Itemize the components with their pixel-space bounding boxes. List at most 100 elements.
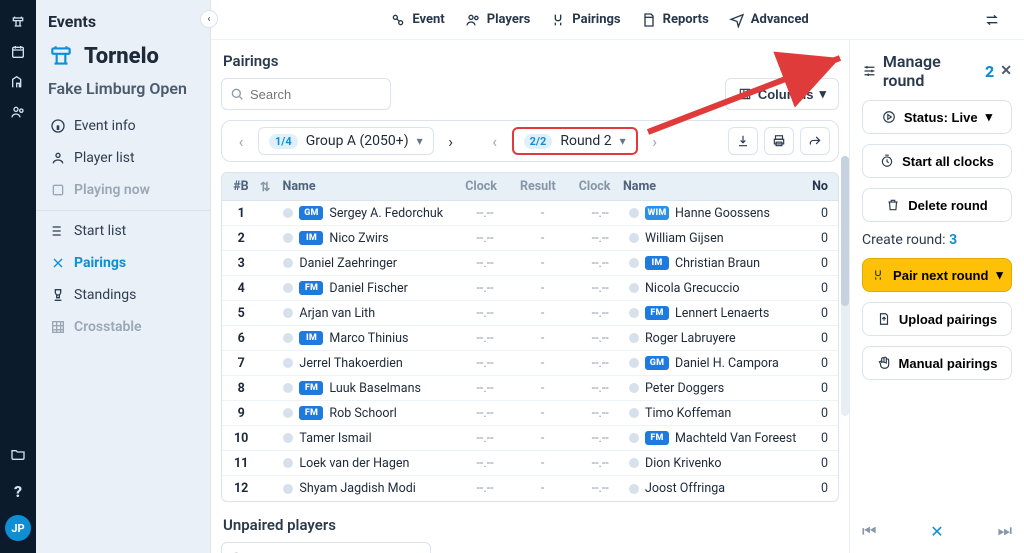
nav-pairings-label: Pairings xyxy=(74,255,126,271)
share-button[interactable] xyxy=(800,127,830,155)
nav-player-list[interactable]: Player list xyxy=(36,142,210,174)
download-button[interactable] xyxy=(728,127,758,155)
manual-pairings-button[interactable]: Manual pairings xyxy=(862,346,1012,380)
table-row[interactable]: 1 GMSergey A. Fedorchuk --.-- - --.-- WI… xyxy=(222,201,838,226)
table-row[interactable]: 5 Arjan van Lith --.-- - --.-- FMLennert… xyxy=(222,301,838,326)
black-name: Christian Braun xyxy=(675,256,760,271)
nav-crosstable[interactable]: Crosstable xyxy=(36,311,210,343)
nav-playing-now-label: Playing now xyxy=(74,182,150,198)
tab-reports[interactable]: Reports xyxy=(631,6,719,34)
title-badge: IM xyxy=(299,231,323,245)
tab-pairings[interactable]: Pairings xyxy=(540,6,630,34)
table-row[interactable]: 4 FMDaniel Fischer --.-- - --.-- Nicola … xyxy=(222,276,838,301)
th-result[interactable]: Result xyxy=(509,179,566,194)
tab-players[interactable]: Players xyxy=(455,6,541,34)
cell-board: 8 xyxy=(222,381,260,396)
unpaired-title: Unpaired players xyxy=(223,516,839,534)
title-badge: FM xyxy=(645,431,669,445)
pair-next-round-button[interactable]: Pair next round ▾ xyxy=(862,258,1012,292)
table-row[interactable]: 7 Jerrel Thakoerdien --.-- - --.-- GMDan… xyxy=(222,351,838,376)
rail-avatar[interactable]: JP xyxy=(5,515,31,541)
title-badge: GM xyxy=(299,206,323,220)
cell-no: 0 xyxy=(821,481,838,496)
rail-users-icon[interactable] xyxy=(10,104,26,120)
rail-calendar-icon[interactable] xyxy=(10,44,26,60)
cell-no: 0 xyxy=(821,281,838,296)
white-name: Nico Zwirs xyxy=(329,231,388,246)
brand-name: Tornelo xyxy=(84,44,159,69)
round-next[interactable]: › xyxy=(644,128,666,154)
columns-button[interactable]: Columns ▾ xyxy=(725,78,839,110)
footer-last-icon[interactable]: ⏭ xyxy=(998,521,1012,541)
tab-event[interactable]: Event xyxy=(380,6,454,34)
cell-black: Roger Labruyere xyxy=(629,331,821,346)
cell-clock1: --.-- xyxy=(456,331,514,346)
top-swap-icon[interactable] xyxy=(974,6,1010,34)
footer-first-icon[interactable]: ⏮ xyxy=(862,521,876,541)
start-clocks-button[interactable]: Start all clocks xyxy=(862,144,1012,178)
tab-advanced-label: Advanced xyxy=(751,12,809,27)
unpaired-search-input[interactable] xyxy=(221,542,431,553)
status-button[interactable]: Status: Live ▾ xyxy=(862,100,1012,134)
status-dot xyxy=(629,208,639,218)
round-select[interactable]: 2/2 Round 2 ▾ xyxy=(512,127,638,155)
rail-folder-icon[interactable] xyxy=(10,446,26,462)
status-dot xyxy=(629,258,639,268)
print-button[interactable] xyxy=(764,127,794,155)
clock-icon xyxy=(880,154,894,168)
rail-help-icon[interactable]: ? xyxy=(14,482,22,501)
round-prev[interactable]: ‹ xyxy=(484,128,506,154)
status-dot xyxy=(283,308,293,318)
upload-pairings-button[interactable]: Upload pairings xyxy=(862,302,1012,336)
table-row[interactable]: 9 FMRob Schoorl --.-- - --.-- Timo Koffe… xyxy=(222,401,838,426)
cell-clock1: --.-- xyxy=(456,431,514,446)
table-row[interactable]: 8 FMLuuk Baselmans --.-- - --.-- Peter D… xyxy=(222,376,838,401)
cell-result: - xyxy=(514,306,572,321)
pairings-search-input[interactable] xyxy=(221,78,391,110)
status-dot xyxy=(629,433,639,443)
cell-clock1: --.-- xyxy=(456,481,514,496)
nav-playing-now[interactable]: Playing now xyxy=(36,174,210,206)
table-row[interactable]: 2 IMNico Zwirs --.-- - --.-- William Gij… xyxy=(222,226,838,251)
upload-icon xyxy=(877,312,891,326)
scrollbar-thumb[interactable] xyxy=(841,156,849,306)
th-clock2[interactable]: Clock xyxy=(566,179,623,194)
table-row[interactable]: 6 IMMarco Thinius --.-- - --.-- Roger La… xyxy=(222,326,838,351)
status-dot xyxy=(283,258,293,268)
chevron-down-icon: ▾ xyxy=(819,86,826,102)
status-dot xyxy=(283,484,293,494)
table-row[interactable]: 10 Tamer Ismail --.-- - --.-- FMMachteld… xyxy=(222,426,838,451)
cell-result: - xyxy=(514,381,572,396)
black-name: Timo Koffeman xyxy=(645,406,731,421)
th-no[interactable]: No xyxy=(812,179,838,194)
nav-standings[interactable]: Standings xyxy=(36,279,210,311)
pairings-table: #B ⇅ Name Clock Result Clock Name No 1 G… xyxy=(221,172,839,502)
cell-result: - xyxy=(514,231,572,246)
th-clock1[interactable]: Clock xyxy=(453,179,510,194)
rail-org-icon[interactable] xyxy=(10,74,26,90)
nav-start-list[interactable]: Start list xyxy=(36,215,210,247)
nav-crosstable-label: Crosstable xyxy=(74,319,142,335)
cell-board: 6 xyxy=(222,331,260,346)
th-board[interactable]: #B xyxy=(222,179,260,194)
th-name-white[interactable]: Name xyxy=(283,179,453,194)
page-title: Pairings xyxy=(223,52,839,70)
delete-round-button[interactable]: Delete round xyxy=(862,188,1012,222)
nav-pairings[interactable]: Pairings xyxy=(36,247,210,279)
tab-advanced[interactable]: Advanced xyxy=(719,6,819,34)
group-prev[interactable]: ‹ xyxy=(230,128,252,154)
round-label: Round 2 xyxy=(560,133,611,149)
cell-clock1: --.-- xyxy=(456,231,514,246)
th-name-black[interactable]: Name xyxy=(623,179,812,194)
th-sort-icon[interactable]: ⇅ xyxy=(260,179,283,195)
table-row[interactable]: 3 Daniel Zaehringer --.-- - --.-- IMChri… xyxy=(222,251,838,276)
table-row[interactable]: 12 Shyam Jagdish Modi --.-- - --.-- Joos… xyxy=(222,476,838,501)
close-right-panel[interactable]: ✕ xyxy=(1000,63,1012,79)
cell-white: Arjan van Lith xyxy=(283,306,456,321)
group-select[interactable]: 1/4 Group A (2050+) ▾ xyxy=(258,127,434,155)
nav-event-info[interactable]: Event info xyxy=(36,110,210,142)
footer-cross-icon[interactable]: ✕ xyxy=(930,522,943,541)
group-next[interactable]: › xyxy=(440,128,462,154)
status-dot xyxy=(629,408,639,418)
table-row[interactable]: 11 Loek van der Hagen --.-- - --.-- Dion… xyxy=(222,451,838,476)
